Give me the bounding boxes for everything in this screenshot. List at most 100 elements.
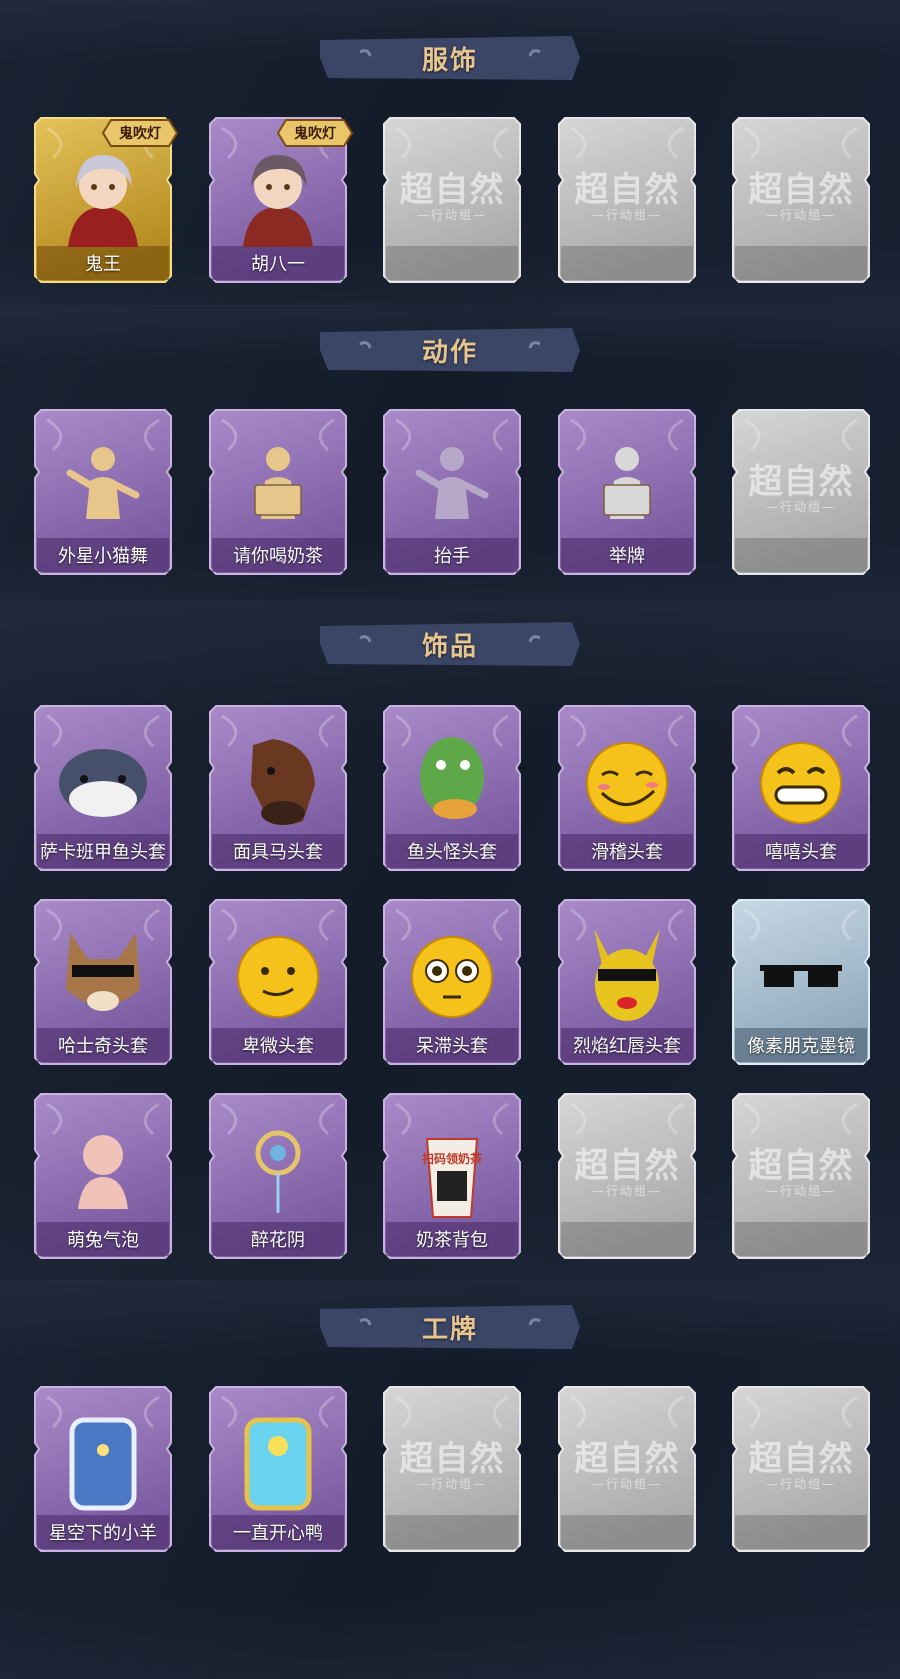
item-label: 鬼王 xyxy=(85,254,121,275)
item-label: 萨卡班甲鱼头套 xyxy=(40,842,166,863)
hold-sign-pose-icon xyxy=(254,447,302,519)
item-label: 一直开心鸭 xyxy=(233,1523,323,1544)
green-fish-mask-icon xyxy=(420,737,484,819)
series-badge: 鬼吹灯 xyxy=(274,116,356,150)
item-card[interactable]: 鱼头怪头套 xyxy=(380,702,524,874)
section-title: 动作 xyxy=(421,337,478,368)
item-card[interactable]: 外星小猫舞 xyxy=(31,406,175,578)
item-card[interactable]: 举牌 xyxy=(555,406,699,578)
locked-item-card[interactable]: 超自然 —行动组— xyxy=(729,406,873,578)
locked-watermark: 超自然 xyxy=(574,1146,680,1186)
item-card[interactable]: 鬼吹灯鬼王 xyxy=(31,114,179,286)
locked-watermark-sub: —行动组— xyxy=(591,208,662,222)
locked-watermark: 超自然 xyxy=(574,170,680,210)
raise-hand-pose-icon xyxy=(415,447,489,519)
locked-watermark-sub: —行动组— xyxy=(591,1184,662,1198)
locked-watermark: 超自然 xyxy=(748,1439,854,1479)
item-label: 奶茶背包 xyxy=(416,1230,488,1251)
item-label: 星空下的小羊 xyxy=(49,1523,157,1544)
item-label: 请你喝奶茶 xyxy=(233,546,323,567)
pikachu-mask-icon xyxy=(594,929,660,1021)
item-label: 嘻嘻头套 xyxy=(765,842,837,863)
item-card[interactable]: 一直开心鸭 xyxy=(206,1383,350,1555)
item-card[interactable]: 星空下的小羊 xyxy=(31,1383,175,1555)
item-art xyxy=(392,714,512,846)
backpack-label: 扫码领奶茶 xyxy=(422,1151,483,1166)
pixel-sunglasses-icon xyxy=(760,965,842,987)
dance-pose-icon xyxy=(66,447,140,519)
item-card[interactable]: 呆滞头套 xyxy=(380,896,524,1068)
locked-watermark-sub: —行动组— xyxy=(591,1477,662,1491)
locked-watermark-sub: —行动组— xyxy=(765,1477,836,1491)
locked-watermark: 超自然 xyxy=(748,462,854,502)
item-label: 举牌 xyxy=(609,546,645,567)
item-card[interactable]: 哈士奇头套 xyxy=(31,896,175,1068)
locked-item-card[interactable]: 超自然 —行动组— xyxy=(729,1090,873,1262)
bunny-bubble-icon xyxy=(78,1135,128,1209)
section-title: 工牌 xyxy=(421,1314,478,1345)
item-art xyxy=(218,418,338,550)
locked-item-card[interactable]: 超自然 —行动组— xyxy=(555,1383,699,1555)
section-title-banner: 服饰 xyxy=(320,34,580,82)
series-badge-text: 鬼吹灯 xyxy=(119,126,161,142)
item-card[interactable]: 鬼吹灯胡八一 xyxy=(206,114,354,286)
item-art xyxy=(43,908,163,1040)
item-label: 外星小猫舞 xyxy=(58,546,148,567)
starry-sheep-badge-icon xyxy=(69,1417,137,1511)
locked-item-card[interactable]: 超自然 —行动组— xyxy=(555,1090,699,1262)
item-card[interactable]: 萌兔气泡 xyxy=(31,1090,175,1262)
item-card[interactable]: 面具马头套 xyxy=(206,702,350,874)
item-card[interactable]: 抬手 xyxy=(380,406,524,578)
item-art xyxy=(218,908,338,1040)
item-label: 萌兔气泡 xyxy=(67,1230,139,1251)
item-card[interactable]: 醉花阴 xyxy=(206,1090,350,1262)
item-art xyxy=(218,714,338,846)
item-art xyxy=(218,1395,338,1527)
series-badge-text: 鬼吹灯 xyxy=(294,126,336,142)
item-art xyxy=(741,908,861,1040)
section-title: 服饰 xyxy=(421,45,478,76)
locked-watermark: 超自然 xyxy=(399,170,505,210)
locked-item-card[interactable]: 超自然 —行动组— xyxy=(729,1383,873,1555)
locked-watermark-sub: —行动组— xyxy=(765,500,836,514)
item-art xyxy=(392,908,512,1040)
item-card[interactable]: 嘻嘻头套 xyxy=(729,702,873,874)
series-badge: 鬼吹灯 xyxy=(99,116,181,150)
item-card[interactable]: 卑微头套 xyxy=(206,896,350,1068)
item-art xyxy=(43,1102,163,1234)
locked-watermark-sub: —行动组— xyxy=(765,208,836,222)
locked-watermark-sub: —行动组— xyxy=(416,208,487,222)
item-art xyxy=(43,418,163,550)
item-card[interactable]: 像素朋克墨镜 xyxy=(729,896,873,1068)
locked-watermark: 超自然 xyxy=(399,1439,505,1479)
item-label: 胡八一 xyxy=(251,254,305,275)
locked-item-card[interactable]: 超自然 —行动组— xyxy=(380,114,524,286)
character-ghost-king-icon xyxy=(68,155,138,247)
item-card[interactable]: 请你喝奶茶 xyxy=(206,406,350,578)
locked-item-card[interactable]: 超自然 —行动组— xyxy=(555,114,699,286)
item-card[interactable]: 扫码领奶茶 奶茶背包 xyxy=(380,1090,524,1262)
item-art xyxy=(392,418,512,550)
character-hu-bayi-icon xyxy=(243,155,313,247)
locked-watermark: 超自然 xyxy=(748,170,854,210)
section-title-banner: 工牌 xyxy=(320,1303,580,1351)
item-label: 烈焰红唇头套 xyxy=(573,1036,681,1057)
item-art xyxy=(218,1102,338,1234)
item-card[interactable]: 萨卡班甲鱼头套 xyxy=(31,702,175,874)
locked-watermark: 超自然 xyxy=(748,1146,854,1186)
item-card[interactable]: 滑稽头套 xyxy=(555,702,699,874)
locked-item-card[interactable]: 超自然 —行动组— xyxy=(380,1383,524,1555)
item-card[interactable]: 烈焰红唇头套 xyxy=(555,896,699,1068)
item-label: 抬手 xyxy=(434,546,470,567)
item-art xyxy=(567,714,687,846)
humble-face-mask-icon xyxy=(237,936,319,1018)
locked-watermark: 超自然 xyxy=(574,1439,680,1479)
dazed-face-mask-icon xyxy=(411,936,493,1018)
flower-ornament-icon xyxy=(255,1130,301,1213)
milk-tea-backpack-icon: 扫码领奶茶 xyxy=(422,1138,483,1218)
item-label: 卑微头套 xyxy=(242,1036,314,1057)
item-art: 扫码领奶茶 xyxy=(392,1102,512,1234)
locked-item-card[interactable]: 超自然 —行动组— xyxy=(729,114,873,286)
item-art xyxy=(741,714,861,846)
section-title: 饰品 xyxy=(421,631,478,662)
